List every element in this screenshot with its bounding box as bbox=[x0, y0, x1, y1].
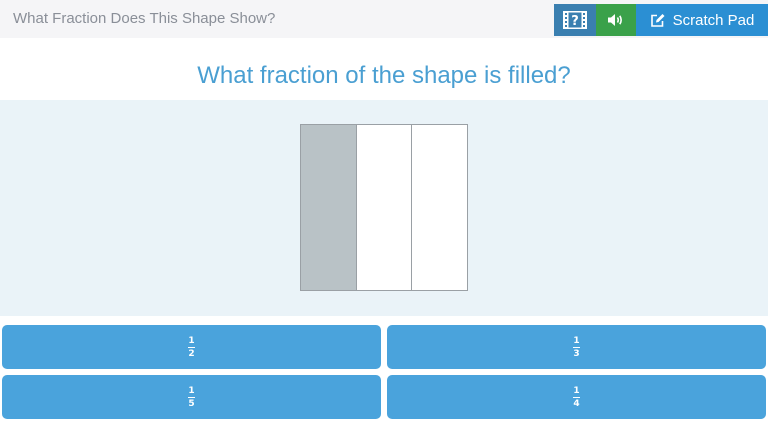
header-bar: What Fraction Does This Shape Show? ? Sc… bbox=[0, 0, 768, 38]
answer-button-3[interactable]: 1 5 bbox=[2, 375, 381, 419]
answer-fraction: 1 2 bbox=[188, 336, 195, 359]
question-text: What fraction of the shape is filled? bbox=[197, 62, 571, 89]
page: What Fraction Does This Shape Show? ? Sc… bbox=[0, 0, 768, 425]
speaker-icon bbox=[608, 14, 622, 26]
activity-title: What Fraction Does This Shape Show? bbox=[13, 10, 276, 27]
answer-button-2[interactable]: 1 3 bbox=[387, 325, 766, 369]
answer-fraction: 1 5 bbox=[188, 386, 195, 409]
fraction-denominator: 4 bbox=[573, 398, 580, 409]
fraction-numerator: 1 bbox=[573, 385, 580, 396]
fraction-bar bbox=[188, 396, 195, 398]
shape-part-empty bbox=[412, 125, 468, 290]
fraction-denominator: 3 bbox=[573, 348, 580, 359]
video-help-button[interactable]: ? bbox=[554, 4, 596, 36]
film-question-icon: ? bbox=[563, 11, 587, 29]
shape-part-empty bbox=[356, 125, 413, 290]
svg-text:?: ? bbox=[571, 14, 579, 29]
shape-part-filled bbox=[301, 125, 357, 290]
fraction-bar bbox=[188, 346, 195, 348]
pencil-square-icon bbox=[650, 13, 665, 27]
fraction-numerator: 1 bbox=[188, 385, 195, 396]
scratch-pad-button[interactable]: Scratch Pad bbox=[636, 4, 768, 36]
audio-button[interactable] bbox=[596, 4, 636, 36]
scratch-pad-label: Scratch Pad bbox=[672, 11, 755, 29]
answer-fraction: 1 4 bbox=[573, 386, 580, 409]
fraction-numerator: 1 bbox=[573, 335, 580, 346]
fraction-shape bbox=[300, 124, 468, 291]
answer-fraction: 1 3 bbox=[573, 336, 580, 359]
answer-button-1[interactable]: 1 2 bbox=[2, 325, 381, 369]
fraction-denominator: 5 bbox=[188, 398, 195, 409]
fraction-denominator: 2 bbox=[188, 348, 195, 359]
answer-button-4[interactable]: 1 4 bbox=[387, 375, 766, 419]
fraction-numerator: 1 bbox=[188, 335, 195, 346]
fraction-bar bbox=[573, 396, 580, 398]
fraction-bar bbox=[573, 346, 580, 348]
